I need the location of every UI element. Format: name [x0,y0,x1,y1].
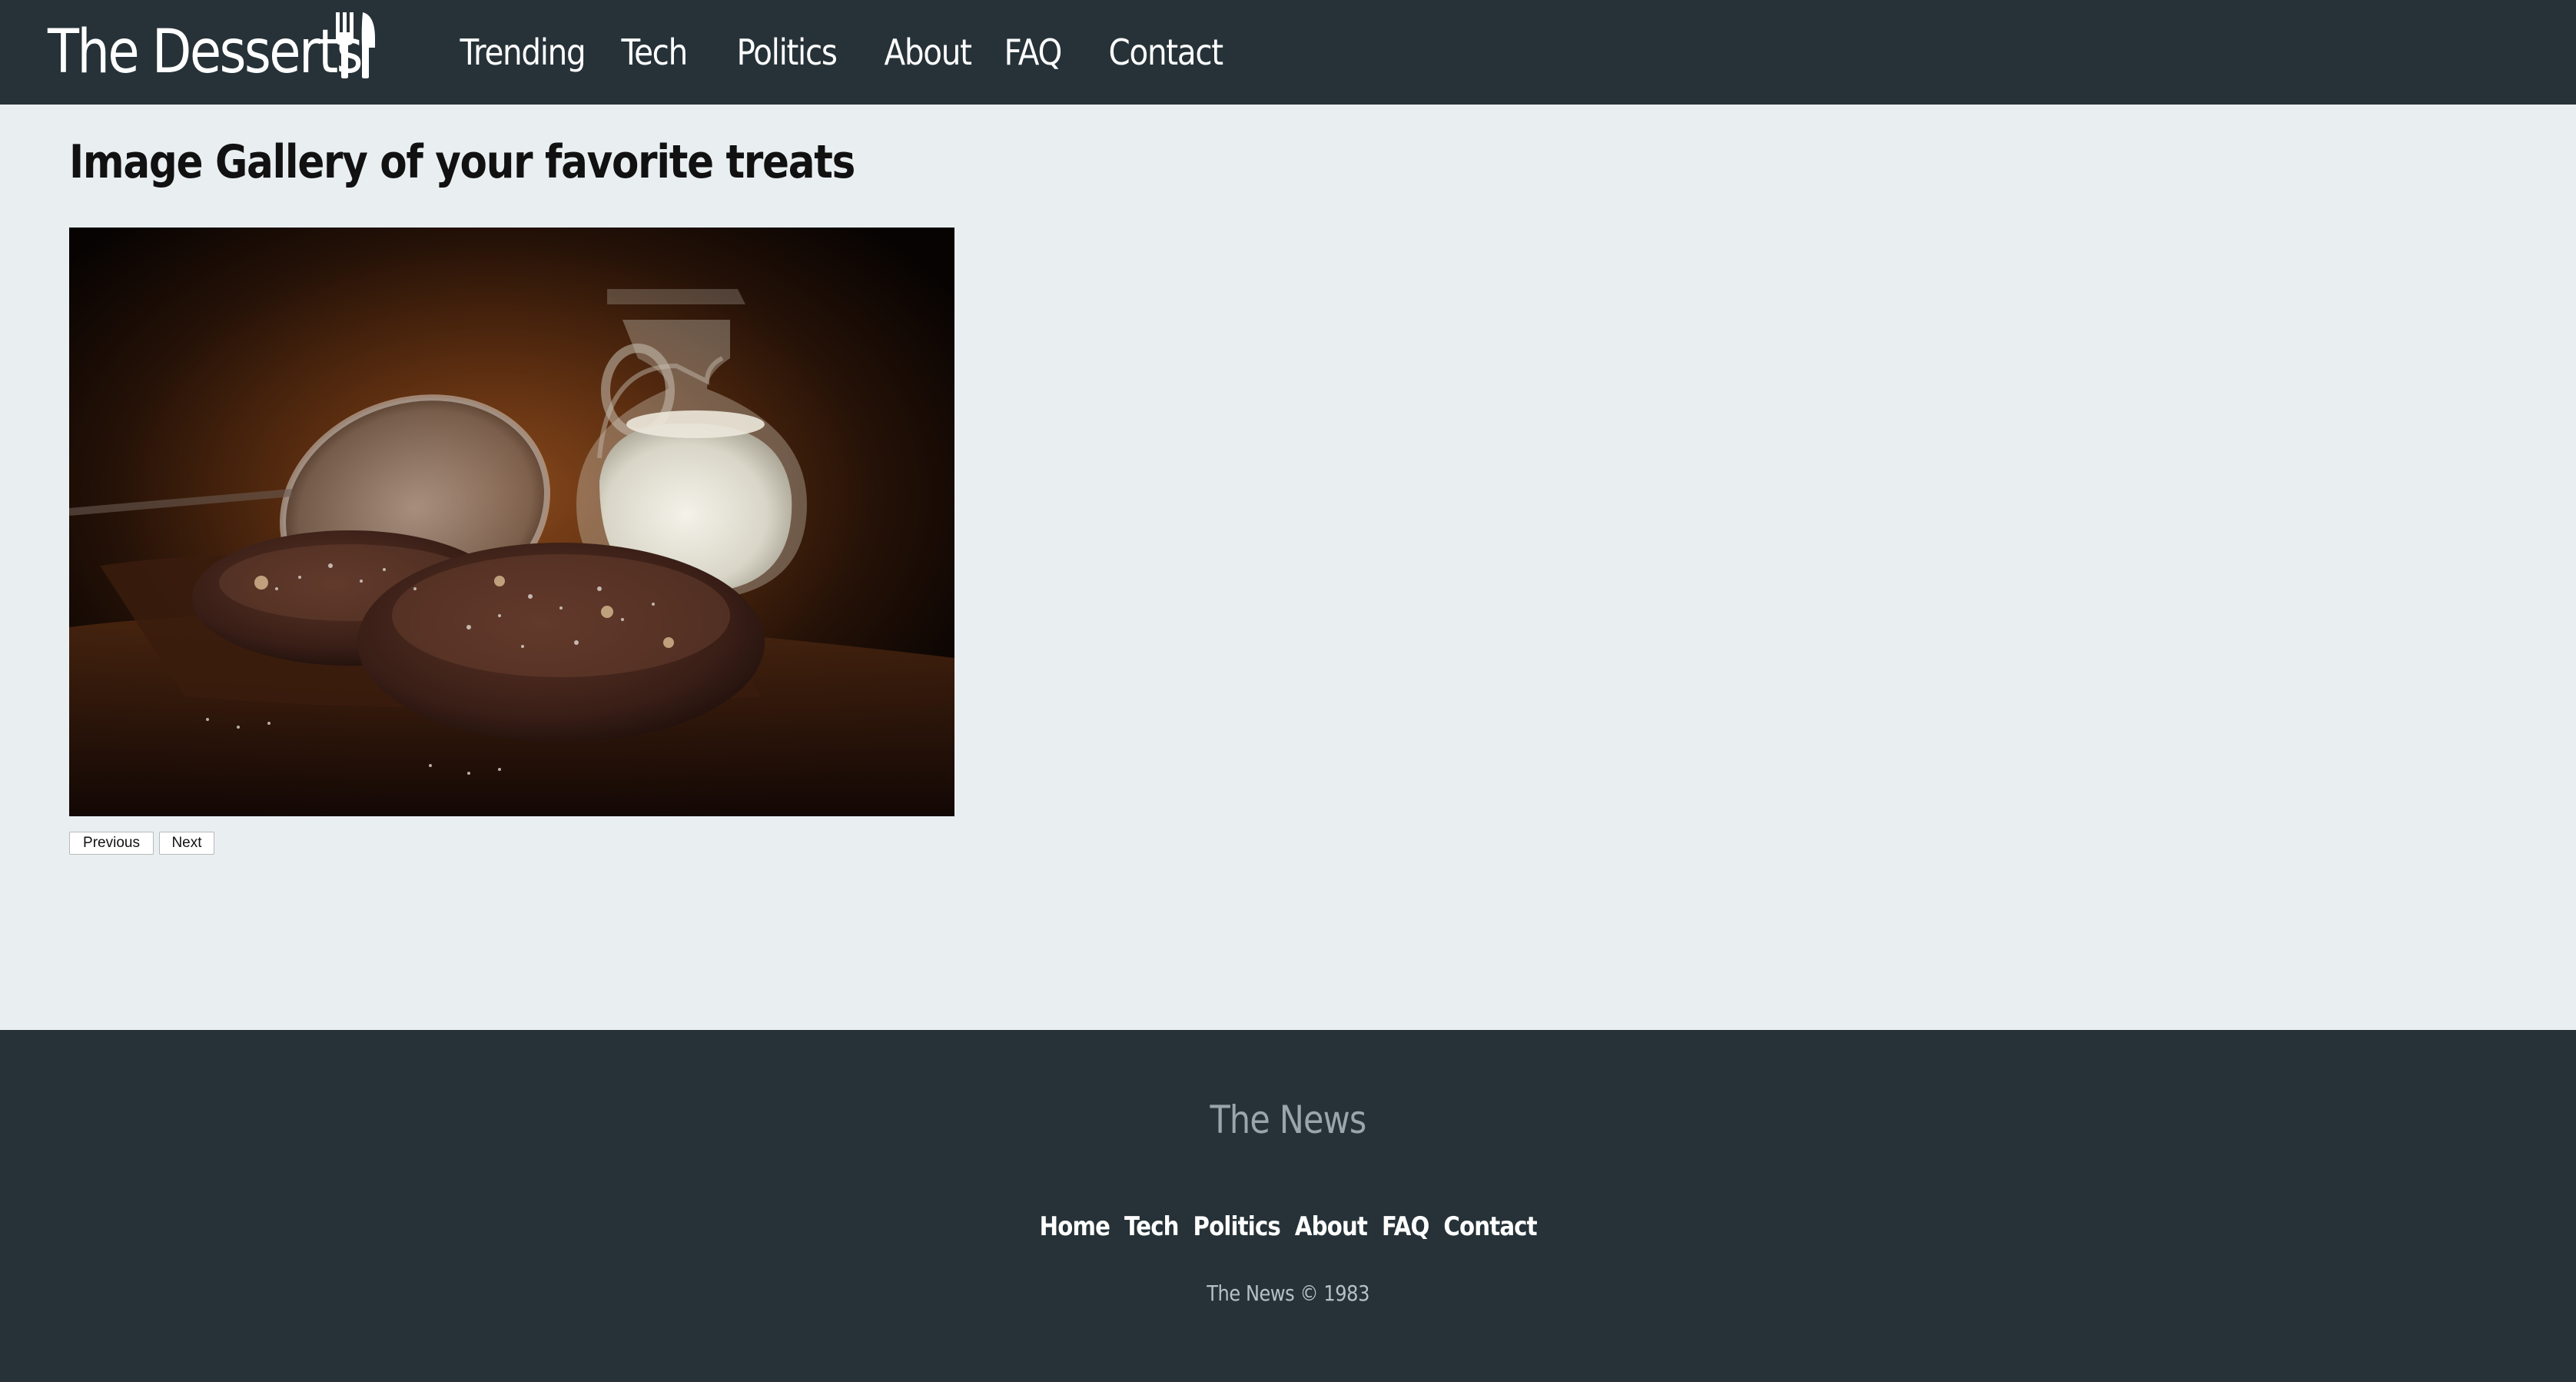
footer: The News Home Tech Politics About FAQ Contact… [0,1030,2576,1382]
copyright-text: The News © 1983 [1207,1281,1369,1306]
footer-link-home[interactable]: Home [1039,1211,1110,1242]
nav-link-faq[interactable]: FAQ [996,32,1070,73]
footer-link-faq[interactable]: FAQ [1382,1211,1429,1242]
next-button[interactable]: Next [159,832,214,855]
fork-knife-icon [336,12,375,78]
gallery-image [69,228,954,816]
footer-link-about[interactable]: About [1295,1211,1368,1242]
footer-title: The News [0,1098,2576,1142]
footer-nav: Home Tech Politics About FAQ Contact [0,1211,2576,1242]
footer-link-tech[interactable]: Tech [1124,1211,1179,1242]
nav-link-politics[interactable]: Politics [729,32,845,73]
nav-link-contact[interactable]: Contact [1100,32,1230,73]
nav-link-tech[interactable]: Tech [613,32,695,73]
copyright: The News © 1983 [0,1281,2576,1306]
footer-title-text: The News [1210,1098,1367,1142]
footer-link-politics[interactable]: Politics [1193,1211,1280,1242]
footer-link-contact[interactable]: Contact [1443,1211,1537,1242]
nav-link-about[interactable]: About [876,32,979,73]
top-navbar: The Desserts Trending Tech Politics Abou… [0,0,2576,105]
page-title: Image Gallery of your favorite treats [69,135,855,189]
gallery-photo [69,228,954,816]
previous-button[interactable]: Previous [69,832,154,855]
nav-link-trending[interactable]: Trending [452,32,593,73]
